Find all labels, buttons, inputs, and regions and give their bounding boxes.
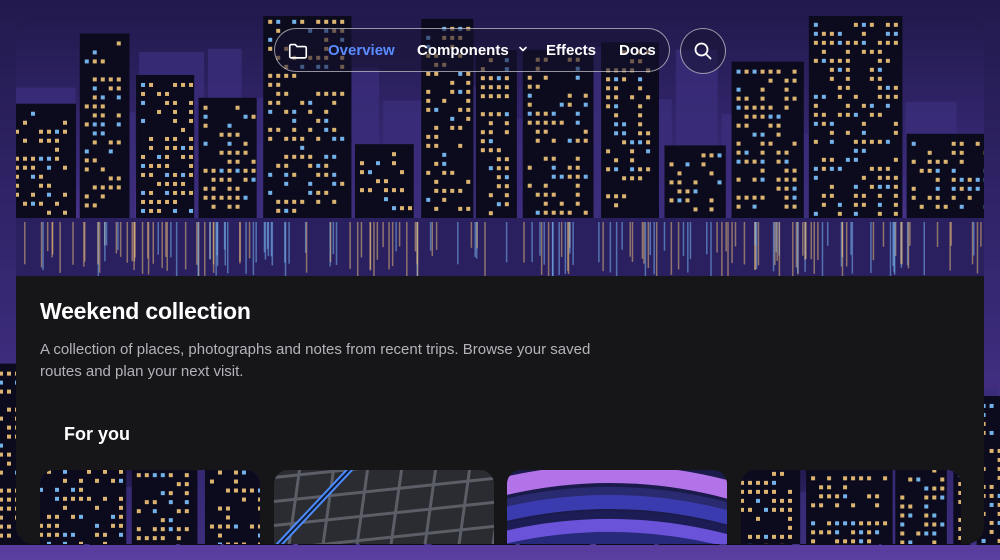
nav-overview-link[interactable]: Overview bbox=[328, 42, 395, 59]
nav-components-link[interactable]: Components bbox=[417, 42, 528, 59]
folder-icon[interactable] bbox=[287, 40, 309, 62]
recommendation-card[interactable] bbox=[741, 470, 961, 544]
search-button[interactable] bbox=[680, 28, 726, 74]
collection-card: Overview Components Effects Docs Weekend… bbox=[16, 16, 984, 544]
nav-effects-link[interactable]: Effects bbox=[546, 42, 596, 59]
recommendation-card[interactable] bbox=[40, 470, 260, 544]
nav-docs-link[interactable]: Docs bbox=[619, 42, 656, 59]
search-icon bbox=[694, 42, 712, 60]
top-navigation-pill: Overview Components Effects Docs bbox=[274, 28, 670, 72]
recommendation-card[interactable] bbox=[507, 470, 727, 544]
map-grid-thumbnail bbox=[274, 470, 494, 544]
section-title-for-you: For you bbox=[64, 424, 130, 444]
chevron-down-icon bbox=[519, 46, 527, 52]
recommendation-card[interactable] bbox=[274, 470, 494, 544]
page-description: A collection of places, photographs and … bbox=[40, 341, 591, 380]
nav-components-label: Components bbox=[417, 42, 509, 59]
purple-waves-thumbnail bbox=[507, 470, 727, 544]
city-night-thumbnail bbox=[40, 470, 260, 544]
page-title: Weekend collection bbox=[40, 298, 251, 324]
city-night-thumbnail bbox=[741, 470, 961, 544]
